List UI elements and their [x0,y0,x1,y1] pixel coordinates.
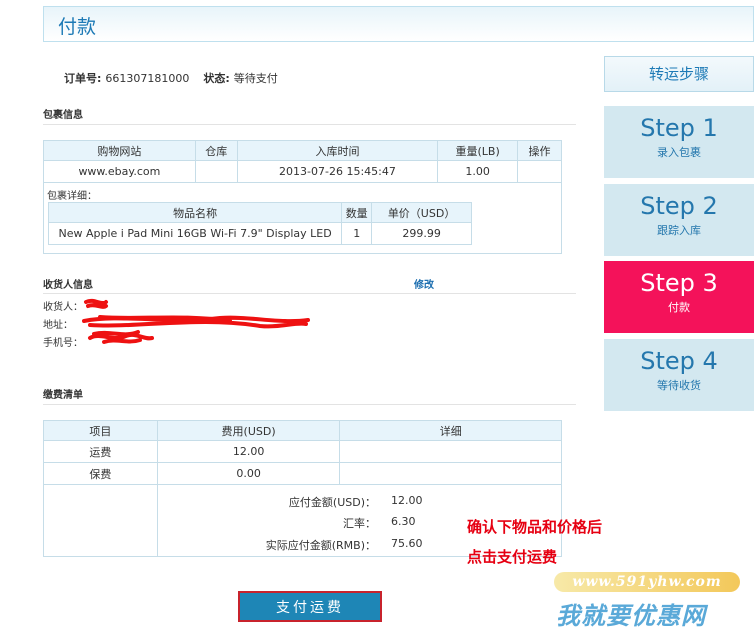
column-header: 重量(LB) [437,140,519,161]
fee-item-cell: 保费 [43,462,158,485]
column-header: 物品名称 [47,202,343,223]
recipient-phone-label: 手机号： [43,338,83,349]
table-row: 运费 12.00 [43,440,562,463]
steps-title: 转运步骤 [604,56,754,92]
edit-recipient-link[interactable]: 修改 [414,276,434,291]
page-title: 付款 [58,16,97,38]
order-status: 等待支付 [233,72,278,85]
table-row: 保费 0.00 [43,462,562,485]
step-1[interactable]: Step 1 录入包裹 [604,106,754,178]
column-header: 数量 [341,202,373,223]
table-row: www.ebay.com 2013-07-26 15:45:47 1.00 [43,160,562,183]
step-label: 付款 [668,301,690,314]
table-header-row: 购物网站 仓库 入库时间 重量(LB) 操作 [43,140,562,161]
column-header: 购物网站 [43,140,196,161]
table-header-row: 物品名称 数量 单价（USD） [47,202,472,223]
step-number: Step 1 [640,114,718,142]
section-divider [43,124,576,125]
step-number: Step 3 [640,269,718,297]
page-title-bar: 付款 [43,6,754,42]
fees-section-title: 缴费清单 [43,390,83,401]
fee-detail-cell [339,462,562,485]
order-number: 661307181000 [105,72,190,85]
annotation-line-2: 点击支付运费 [467,548,558,566]
redaction-scribble [82,298,310,344]
pay-shipping-button[interactable]: 支付运费 [238,591,382,622]
step-label: 等待收货 [657,379,701,392]
step-label: 跟踪入库 [657,224,701,237]
package-section-title: 包裹信息 [43,110,83,121]
table-cell: www.ebay.com [43,160,196,183]
table-header-row: 项目 费用(USD) 详细 [43,420,562,441]
column-header: 操作 [517,140,562,161]
summary-label: 实际应付金额(RMB)： [265,539,376,552]
step-2[interactable]: Step 2 跟踪入库 [604,184,754,256]
watermark-url: www.591yhw.com [554,572,740,592]
summary-value: 6.30 [391,515,416,528]
item-quantity-cell: 1 [341,222,373,245]
table-row: New Apple i Pad Mini 16GB Wi-Fi 7.9" Dis… [47,222,472,245]
order-number-label: 订单号: [64,72,102,85]
fee-amount-cell: 12.00 [156,440,341,463]
order-status-label: 状态: [203,72,230,85]
summary-value: 12.00 [391,494,423,507]
watermark-logo-text: 我就要优惠网 [556,602,706,630]
fee-summary-divider [157,484,158,556]
column-header: 入库时间 [236,140,439,161]
fees-table: 项目 费用(USD) 详细 运费 12.00 保费 0.00 [43,420,562,485]
table-cell: 1.00 [437,160,519,183]
step-4[interactable]: Step 4 等待收货 [604,339,754,411]
column-header: 详细 [339,420,562,441]
item-price-cell: 299.99 [371,222,472,245]
column-header: 费用(USD) [156,420,341,441]
step-number: Step 4 [640,347,718,375]
package-detail-label: 包裹详细： [47,191,97,202]
package-detail-table: 物品名称 数量 单价（USD） New Apple i Pad Mini 16G… [47,202,472,245]
step-number: Step 2 [640,192,718,220]
column-header: 项目 [43,420,158,441]
summary-label: 应付金额(USD)： [288,496,376,509]
fee-amount-cell: 0.00 [156,462,341,485]
column-header: 仓库 [194,140,238,161]
column-header: 单价（USD） [371,202,472,223]
summary-label: 汇率： [343,517,376,530]
fee-detail-cell [339,440,562,463]
recipient-address-label: 地址： [43,320,73,331]
order-info: 订单号: 661307181000 状态: 等待支付 [64,70,278,86]
fee-item-cell: 运费 [43,440,158,463]
annotation-line-1: 确认下物品和价格后 [467,518,603,536]
summary-value: 75.60 [391,537,423,550]
section-divider [43,404,576,405]
recipient-section-title: 收货人信息 [43,280,93,291]
package-table: 购物网站 仓库 入库时间 重量(LB) 操作 www.ebay.com 2013… [43,140,562,183]
step-3[interactable]: Step 3 付款 [604,261,754,333]
table-cell [517,160,562,183]
table-cell [194,160,238,183]
recipient-name-label: 收货人： [43,302,83,313]
step-label: 录入包裹 [657,146,701,159]
table-cell: 2013-07-26 15:45:47 [236,160,439,183]
item-name-cell: New Apple i Pad Mini 16GB Wi-Fi 7.9" Dis… [47,222,343,245]
